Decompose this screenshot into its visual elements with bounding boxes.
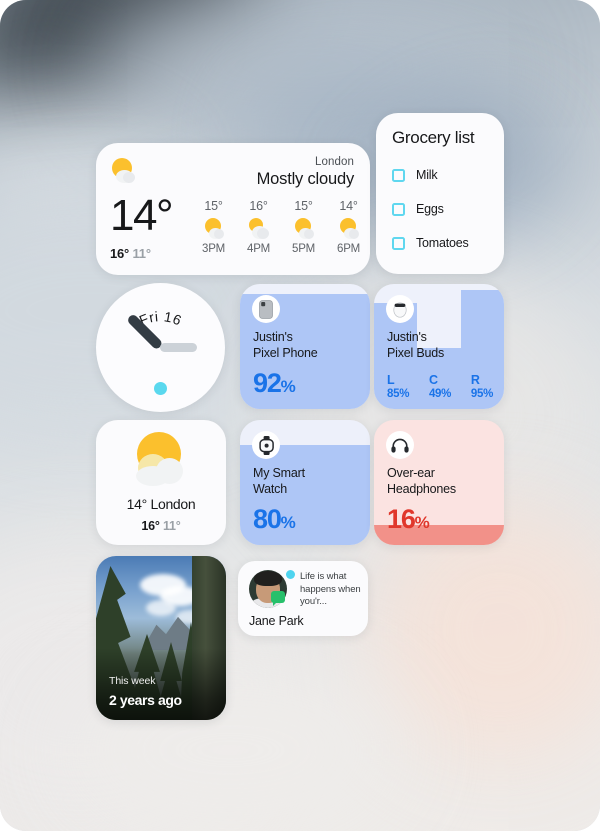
battery-percent: 92% — [253, 368, 296, 398]
hourly-label: 4PM — [247, 243, 271, 255]
earbud-icon — [386, 295, 414, 323]
weather-widget-small[interactable]: 14° London 16° 11° — [96, 420, 226, 545]
grocery-list-item[interactable]: Milk — [392, 164, 504, 186]
checkbox-icon[interactable] — [392, 202, 405, 216]
grocery-list-item[interactable]: Eggs — [392, 198, 504, 220]
headphones-icon — [386, 431, 414, 459]
contact-name: Jane Park — [249, 614, 304, 628]
device-name: Over-ear Headphones — [387, 466, 456, 496]
message-preview: Life is what happens when you'r... — [300, 571, 361, 607]
wallpaper — [0, 0, 600, 831]
weather-low: 11° — [162, 519, 181, 533]
weather-temperature: 14° — [110, 191, 174, 240]
photo-caption-small: This week — [109, 675, 156, 687]
device-name: Justin's Pixel Phone — [253, 330, 318, 360]
checkbox-icon[interactable] — [392, 168, 405, 182]
buds-channel-l: L 85% — [387, 373, 409, 400]
phone-icon — [252, 295, 280, 323]
hourly-forecast-item: 15° 3PM — [198, 199, 229, 255]
watch-icon — [252, 431, 280, 459]
hourly-label: 6PM — [337, 243, 361, 255]
contact-widget-jane-park[interactable]: Life is what happens when you'r... Jane … — [238, 561, 368, 636]
weather-high-low: 16° 11° — [110, 246, 172, 261]
buds-channel-value: 85% — [387, 388, 410, 400]
clock-widget[interactable]: Fri 16 — [96, 283, 225, 412]
device-widget-smart-watch[interactable]: My Smart Watch 80% — [240, 420, 370, 545]
hourly-forecast: 15°3PM16°4PM15°5PM14°6PM13°7PM — [198, 199, 370, 255]
photo-memory-widget[interactable]: This week 2 years ago — [96, 556, 226, 720]
weather-main: 14° London — [126, 496, 196, 512]
weather-widget-large[interactable]: London Mostly cloudy 14° 16° 11° 15° 3PM 1… — [96, 143, 370, 275]
sun-cloud-icon — [333, 216, 364, 241]
device-widget-pixel-phone[interactable]: Justin's Pixel Phone 92% — [240, 284, 370, 409]
hourly-temp: 14° — [339, 199, 358, 213]
sun-cloud-icon — [110, 157, 140, 187]
device-widget-over-ear-headphones[interactable]: Over-ear Headphones 16% — [374, 420, 504, 545]
clock-minute-hand — [160, 343, 197, 352]
home-screen: London Mostly cloudy 14° 16° 11° 15° 3PM 1… — [0, 0, 600, 831]
cloud-sun-icon — [243, 216, 274, 241]
buds-channel-c: C 49% — [429, 373, 451, 400]
buds-channel-key: C — [428, 373, 438, 387]
weather-high-low: 16° 11° — [96, 519, 226, 533]
buds-battery-legend: L 85% C 49% R 95% — [387, 373, 493, 400]
grocery-item-label: Tomatoes — [416, 236, 469, 250]
buds-channel-key: R — [470, 373, 480, 387]
device-name: Justin's Pixel Buds — [387, 330, 445, 360]
hourly-temp: 15° — [204, 199, 223, 213]
device-name: My Smart Watch — [253, 466, 305, 496]
hourly-label: 3PM — [202, 243, 226, 255]
hourly-temp: 15° — [294, 199, 313, 213]
clock-accent-dot — [154, 382, 167, 395]
weather-low: 11° — [132, 245, 151, 261]
sun-cloud-icon — [126, 432, 196, 490]
buds-channel-r: R 95% — [471, 373, 493, 400]
hourly-temp: 16° — [249, 199, 268, 213]
weather-high: 16° — [110, 245, 130, 261]
photo-caption-large: 2 years ago — [109, 692, 182, 708]
grocery-list-item[interactable]: Tomatoes — [392, 232, 504, 254]
weather-condition: Mostly cloudy — [256, 170, 355, 188]
grocery-title: Grocery list — [392, 128, 475, 147]
hourly-forecast-item: 15° 5PM — [288, 199, 319, 255]
buds-channel-value: 49% — [428, 388, 452, 400]
battery-percent: 80% — [253, 504, 296, 534]
hourly-label: 5PM — [292, 243, 316, 255]
hourly-forecast-item: 16° 4PM — [243, 199, 274, 255]
checkbox-icon[interactable] — [392, 236, 405, 250]
battery-percent: 16% — [387, 504, 430, 534]
weather-city: London — [315, 156, 354, 168]
grocery-item-label: Eggs — [416, 202, 444, 216]
sun-cloud-icon — [198, 216, 229, 241]
status-dot — [286, 570, 295, 579]
weather-high: 16° — [141, 519, 160, 533]
buds-channel-key: L — [387, 373, 395, 387]
grocery-items: Milk Eggs Tomatoes — [392, 164, 504, 254]
buds-channel-value: 95% — [470, 388, 493, 400]
message-bubble-icon — [271, 591, 285, 606]
hourly-forecast-item: 14° 6PM — [333, 199, 364, 255]
grocery-item-label: Milk — [416, 168, 438, 182]
grocery-list-widget[interactable]: Grocery list Milk Eggs Tomatoes — [376, 113, 504, 274]
sun-cloud-icon — [288, 216, 319, 241]
device-widget-pixel-buds[interactable]: Justin's Pixel Buds L 85% C 49% R 95% — [374, 284, 504, 409]
